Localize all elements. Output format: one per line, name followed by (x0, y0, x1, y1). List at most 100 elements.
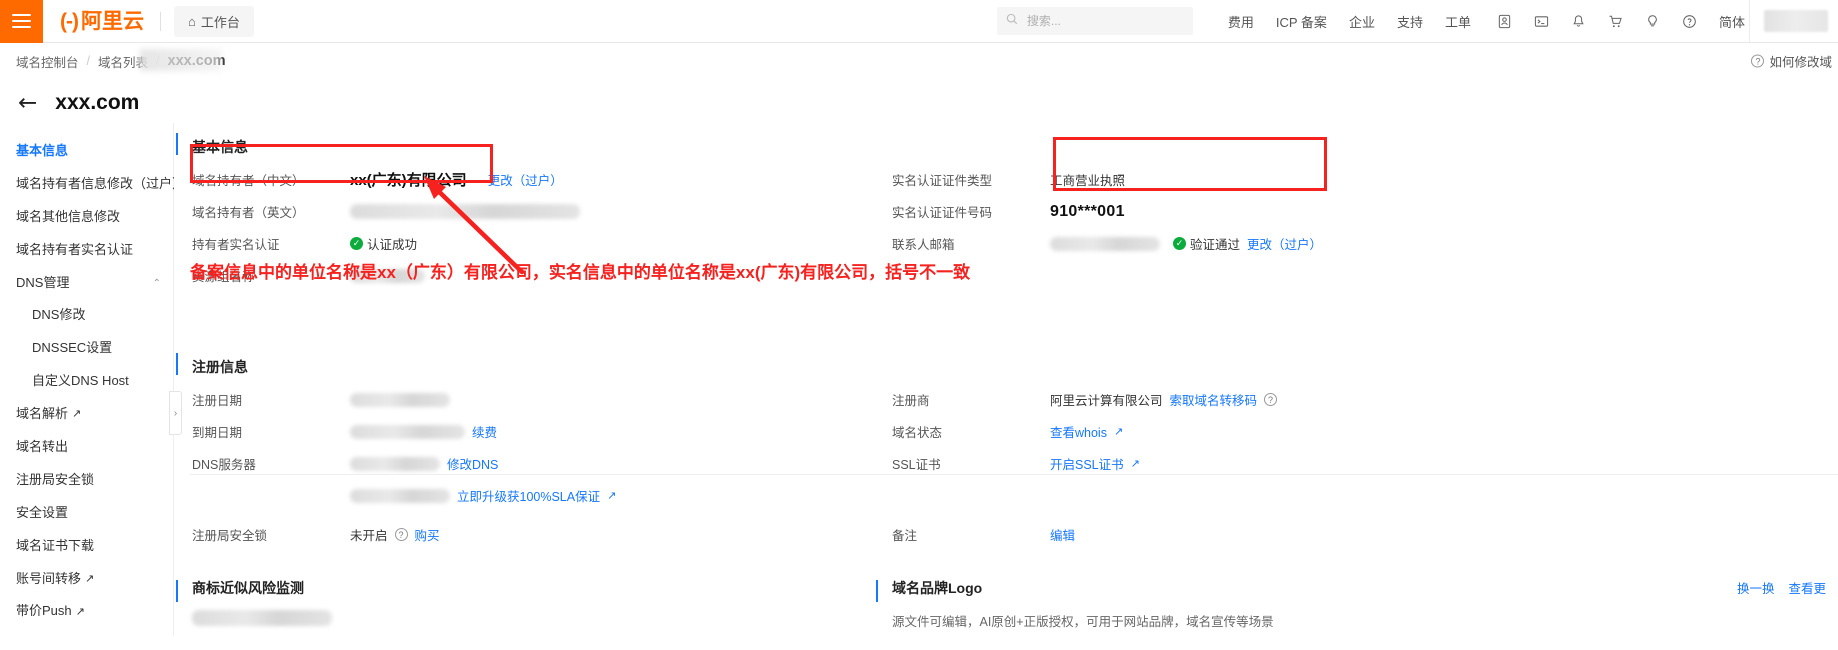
external-link-icon: ↗ (607, 490, 617, 502)
brand-logo-actions: 换一换 查看更 (1737, 578, 1826, 597)
enable-ssl-link[interactable]: 开启SSL证书 (1050, 454, 1124, 473)
workbench-button[interactable]: ⌂ 工作台 (173, 5, 254, 37)
aliyun-mark-icon: (-) (60, 9, 79, 33)
topbar-links: 费用 ICP 备案 企业 支持 工单 (1217, 12, 1482, 31)
how-to-modify-help-link[interactable]: ? 如何修改域 (1751, 52, 1832, 71)
row-value-wrap: xx(广东)有限公司 更改（过户） (350, 169, 563, 190)
topbar-divider (1749, 0, 1750, 42)
brand-logo-title: 域名品牌Logo (876, 570, 1838, 608)
basic-info-title: 基本信息 (176, 123, 1838, 167)
sidebar-item-label: 域名转出 (16, 439, 69, 455)
sidebar-item-dns-modify[interactable]: DNS修改 (0, 299, 173, 332)
sidebar-item-dns-management[interactable]: DNS管理 ⌃ (0, 267, 173, 300)
register-info-grid: 注册日期 到期日期 续费 DNS服务器 修改DNS 立即升级获100%SLA保证… (192, 387, 1838, 554)
sidebar-item-registry-lock[interactable]: 注册局安全锁 (0, 464, 173, 497)
chevron-up-icon: ⌃ (152, 277, 161, 289)
renew-link[interactable]: 续费 (472, 422, 497, 441)
section-divider (190, 474, 1838, 475)
view-whois-link[interactable]: 查看whois (1050, 422, 1107, 441)
brand-logo-subtitle: 源文件可编辑，AI原创+正版授权，可用于网站品牌，域名宣传等场景 (892, 615, 1274, 629)
bottom-section: 商标近似风险监测 域名品牌Logo 源文件可编辑，AI原创+正版授权，可用于网站… (174, 570, 1838, 636)
page-header: ← xxx.com (0, 79, 1838, 123)
aliyun-logo[interactable]: (-) 阿里云 (60, 11, 144, 32)
external-link-icon: ↗ (1130, 458, 1140, 470)
sidebar-item-domain-resolution[interactable]: 域名解析 ↗ (0, 398, 173, 431)
brand-divider (159, 11, 161, 31)
nav-link-icp[interactable]: ICP 备案 (1265, 12, 1338, 31)
breadcrumb-current: xxx.com (167, 53, 226, 69)
sidebar-item-label: 账号间转移 (16, 570, 82, 586)
sidebar-item-custom-dns-host[interactable]: 自定义DNS Host (0, 365, 173, 398)
avatar[interactable] (1764, 10, 1828, 32)
cart-icon[interactable] (1597, 14, 1634, 29)
row-label: 到期日期 (192, 426, 243, 440)
row-registry-lock: 注册局安全锁 未开启 ? 购买 (192, 522, 892, 547)
help-circle-icon[interactable]: ? (1264, 393, 1278, 406)
help-circle-icon[interactable] (1671, 14, 1708, 29)
shuffle-logo-link[interactable]: 换一换 (1737, 578, 1775, 597)
row-registrar: 注册商 阿里云计算有限公司 索取域名转移码 ? (892, 387, 1838, 412)
sidebar-collapse-toggle[interactable]: › (169, 391, 182, 435)
sidebar-item-owner-change[interactable]: 域名持有者信息修改（过户） (0, 168, 185, 201)
edit-remark-link[interactable]: 编辑 (1050, 525, 1075, 544)
sidebar-item-basic-info[interactable]: 基本信息 (0, 135, 173, 168)
sidebar-item-security-settings[interactable]: 安全设置 (0, 497, 173, 530)
row-label: 备注 (892, 529, 918, 543)
top-navigation-bar: (-) 阿里云 ⌂ 工作台 费用 ICP 备案 企业 支持 工单 (0, 0, 1838, 43)
bell-icon[interactable] (1560, 14, 1597, 29)
upgrade-sla-link[interactable]: 立即升级获100%SLA保证 (457, 486, 600, 505)
search-input[interactable] (1024, 13, 1184, 29)
row-value-wrap: 修改DNS (350, 454, 498, 473)
email-verified-badge: ✓ 验证通过 (1173, 234, 1240, 253)
basic-info-right-column: 实名认证证件类型 工商营业执照 实名认证证件号码 910***001 联系人邮箱 (892, 167, 1838, 295)
bulb-icon[interactable] (1634, 14, 1671, 29)
email-change-link[interactable]: 更改（过户） (1247, 234, 1322, 253)
cert-type-value: 工商营业执照 (1050, 174, 1126, 188)
sidebar-item-label: 域名其他信息修改 (16, 208, 121, 224)
sidebar-item-label: 域名持有者信息修改（过户） (16, 175, 186, 191)
help-circle-icon[interactable]: ? (394, 528, 408, 541)
nav-link-support[interactable]: 支持 (1386, 12, 1434, 31)
row-value-wrap: ✓ 认证成功 (350, 234, 417, 253)
nav-link-enterprise[interactable]: 企业 (1338, 12, 1386, 31)
row-cert-type: 实名认证证件类型 工商营业执照 (892, 167, 1838, 192)
menu-toggle-button[interactable] (0, 0, 43, 43)
main-layout: 基本信息 域名持有者信息修改（过户） 域名其他信息修改 域名持有者实名认证 DN… (0, 123, 1838, 636)
row-contact-email: 联系人邮箱 ✓ 验证通过 更改（过户） (892, 231, 1838, 256)
sidebar-item-other-info-change[interactable]: 域名其他信息修改 (0, 201, 173, 234)
breadcrumb-item-console[interactable]: 域名控制台 (16, 52, 79, 71)
buy-registry-lock-link[interactable]: 购买 (415, 525, 440, 544)
content-area: 基本信息 域名持有者（中文） xx(广东)有限公司 更改（过户） 域名持有者（英… (174, 123, 1838, 636)
sidebar-item-certificate-download[interactable]: 域名证书下载 (0, 530, 173, 563)
breadcrumb-item-domain-list[interactable]: 域名列表 (98, 52, 148, 71)
sidebar-item-label: 安全设置 (16, 504, 69, 520)
sidebar-item-priced-push[interactable]: 带价Push ↗ (0, 595, 173, 628)
sidebar-item-owner-verification[interactable]: 域名持有者实名认证 (0, 234, 173, 267)
sidebar-item-label: DNS管理 (16, 274, 70, 290)
nav-link-fee[interactable]: 费用 (1217, 12, 1265, 31)
burger-line (12, 14, 31, 16)
row-value-wrap (350, 392, 450, 407)
nav-link-ticket[interactable]: 工单 (1434, 12, 1482, 31)
sidebar-item-dnssec[interactable]: DNSSEC设置 (0, 332, 173, 365)
registry-lock-status: 未开启 (350, 529, 388, 543)
aliyun-brand-text: 阿里云 (80, 9, 144, 33)
global-search[interactable] (996, 7, 1193, 35)
id-card-icon[interactable] (1486, 14, 1523, 29)
sidebar-item-account-transfer[interactable]: 账号间转移 ↗ (0, 563, 173, 596)
request-transfer-code-link[interactable]: 索取域名转移码 (1170, 390, 1258, 409)
owner-chinese-value: xx(广东)有限公司 (350, 172, 467, 189)
sidebar: 基本信息 域名持有者信息修改（过户） 域名其他信息修改 域名持有者实名认证 DN… (0, 123, 185, 636)
owner-change-link[interactable]: 更改（过户） (488, 170, 563, 189)
sidebar-item-domain-transfer-out[interactable]: 域名转出 (0, 431, 173, 464)
redacted-value (350, 204, 580, 219)
register-info-left-column: 注册日期 到期日期 续费 DNS服务器 修改DNS 立即升级获100%SLA保证… (192, 387, 892, 554)
view-more-link[interactable]: 查看更 (1788, 578, 1826, 597)
row-owner-verification: 持有者实名认证 ✓ 认证成功 (192, 231, 892, 256)
row-dns-server: DNS服务器 修改DNS (192, 451, 892, 476)
terminal-icon[interactable] (1523, 14, 1560, 29)
modify-dns-link[interactable]: 修改DNS (447, 454, 498, 473)
row-value-wrap: 立即升级获100%SLA保证 ↗ (350, 486, 616, 505)
sidebar-item-label: 域名解析 (16, 406, 69, 422)
back-arrow-icon[interactable]: ← (18, 91, 37, 115)
